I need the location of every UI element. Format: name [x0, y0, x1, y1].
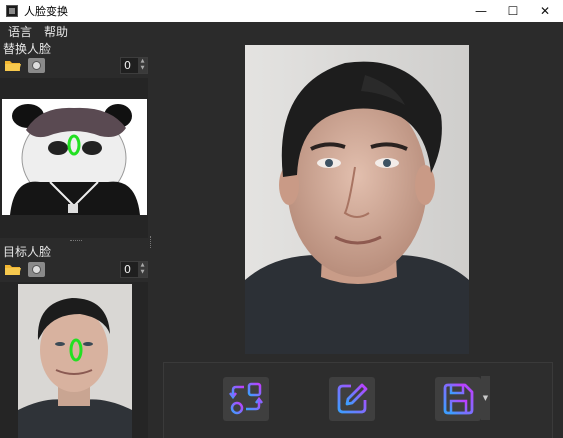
spin-arrows-icon[interactable]: ▲ ▼	[138, 262, 147, 277]
source-face-image	[0, 78, 148, 238]
spin-arrows-icon[interactable]: ▲ ▼	[138, 58, 147, 73]
source-face-view	[0, 78, 148, 238]
target-count-spinbox[interactable]: 0 ▲ ▼	[120, 261, 148, 278]
menu-language[interactable]: 语言	[0, 23, 38, 40]
target-count-value: 0	[124, 263, 131, 276]
maximize-button[interactable]: ☐	[495, 0, 531, 22]
target-toolbar: 0 ▲ ▼	[0, 261, 152, 279]
folder-icon[interactable]	[4, 262, 22, 277]
swap-button[interactable]	[223, 377, 269, 421]
vertical-splitter-grip[interactable]	[150, 236, 153, 248]
source-count-spinbox[interactable]: 0 ▲ ▼	[120, 57, 148, 74]
folder-icon[interactable]	[4, 58, 22, 73]
left-panel: 替换人脸 0 ▲ ▼ 目标人脸 0 ▲ ▼	[0, 40, 152, 438]
source-toolbar: 0 ▲ ▼	[0, 57, 152, 75]
minimize-button[interactable]: —	[463, 0, 499, 22]
title-bar: 人脸变换 — ☐ ✕	[0, 0, 563, 22]
edit-button[interactable]	[329, 377, 375, 421]
swap-icon	[229, 382, 263, 415]
window-title: 人脸变换	[24, 5, 68, 18]
target-face-image	[0, 282, 148, 438]
app-icon	[6, 5, 18, 17]
source-count-value: 0	[124, 59, 131, 72]
source-face-label: 替换人脸	[3, 42, 52, 56]
camera-icon[interactable]	[28, 262, 45, 277]
target-face-view	[0, 282, 148, 438]
menu-bar: 语言 帮助	[0, 22, 563, 40]
menu-help[interactable]: 帮助	[38, 23, 74, 40]
preview-face-image	[245, 45, 469, 354]
close-button[interactable]: ✕	[527, 0, 563, 22]
camera-icon[interactable]	[28, 58, 45, 73]
splitter-grip	[70, 240, 82, 242]
save-button[interactable]	[435, 377, 481, 421]
save-options-dropdown[interactable]: ▼	[481, 376, 490, 420]
target-face-label: 目标人脸	[3, 245, 52, 259]
main-preview-image	[245, 45, 469, 354]
edit-icon	[337, 383, 368, 414]
save-icon	[443, 383, 474, 415]
action-bar	[163, 362, 553, 438]
